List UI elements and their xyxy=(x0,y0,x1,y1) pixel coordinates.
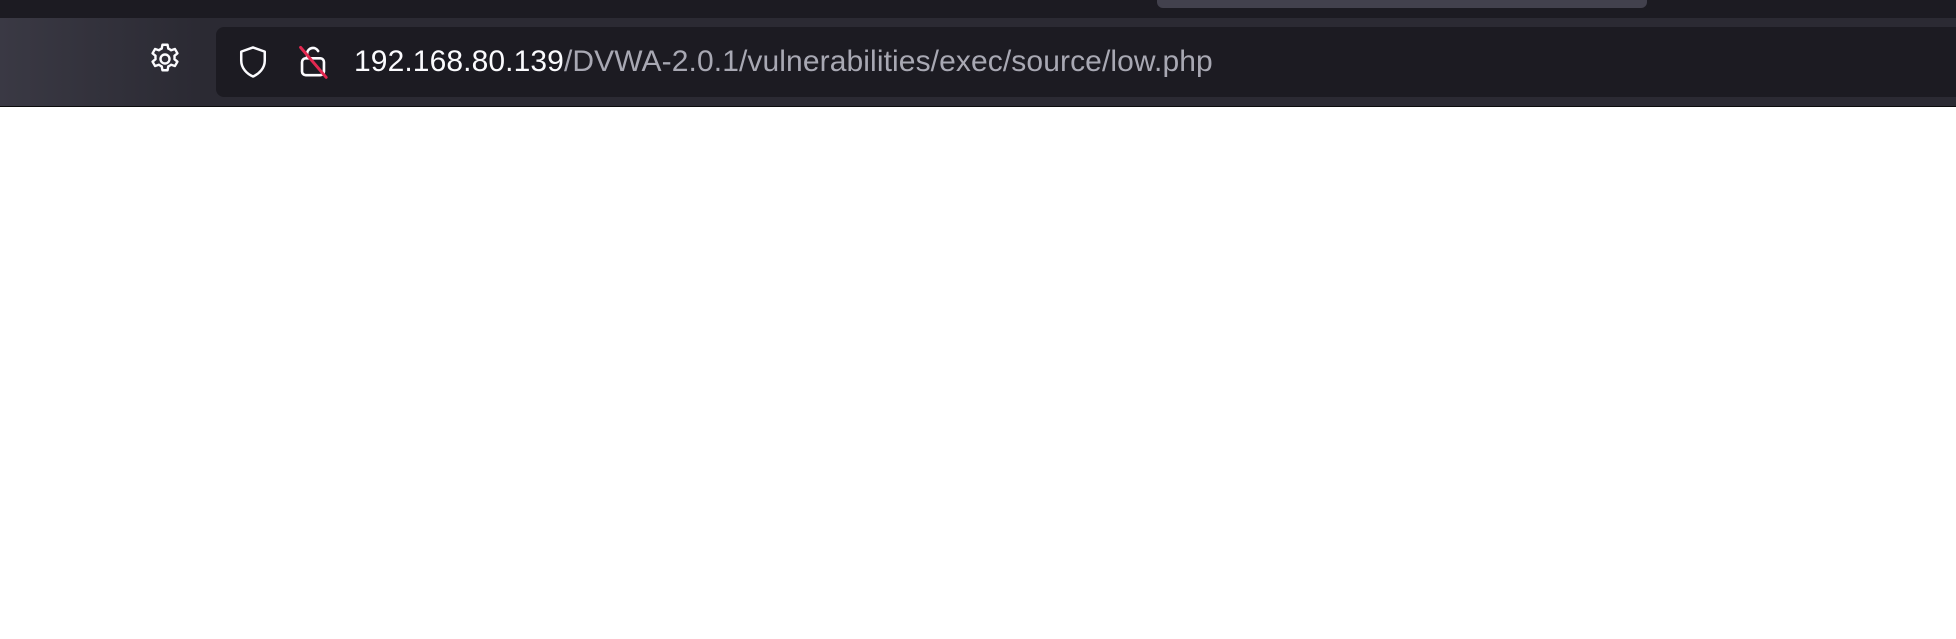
tab-strip xyxy=(0,0,1956,18)
url-host: 192.168.80.139 xyxy=(354,45,564,78)
url-bar[interactable]: 192.168.80.139/DVWA-2.0.1/vulnerabilitie… xyxy=(216,27,1956,97)
gear-icon xyxy=(147,41,183,82)
page-content xyxy=(0,107,1956,639)
insecure-lock-icon[interactable] xyxy=(291,41,335,83)
tab-strip-item[interactable] xyxy=(1157,0,1647,8)
settings-button[interactable] xyxy=(143,41,187,81)
url-text[interactable]: 192.168.80.139/DVWA-2.0.1/vulnerabilitie… xyxy=(354,43,1213,81)
shield-icon[interactable] xyxy=(231,41,275,83)
url-path: /DVWA-2.0.1/vulnerabilities/exec/source/… xyxy=(563,45,1213,78)
